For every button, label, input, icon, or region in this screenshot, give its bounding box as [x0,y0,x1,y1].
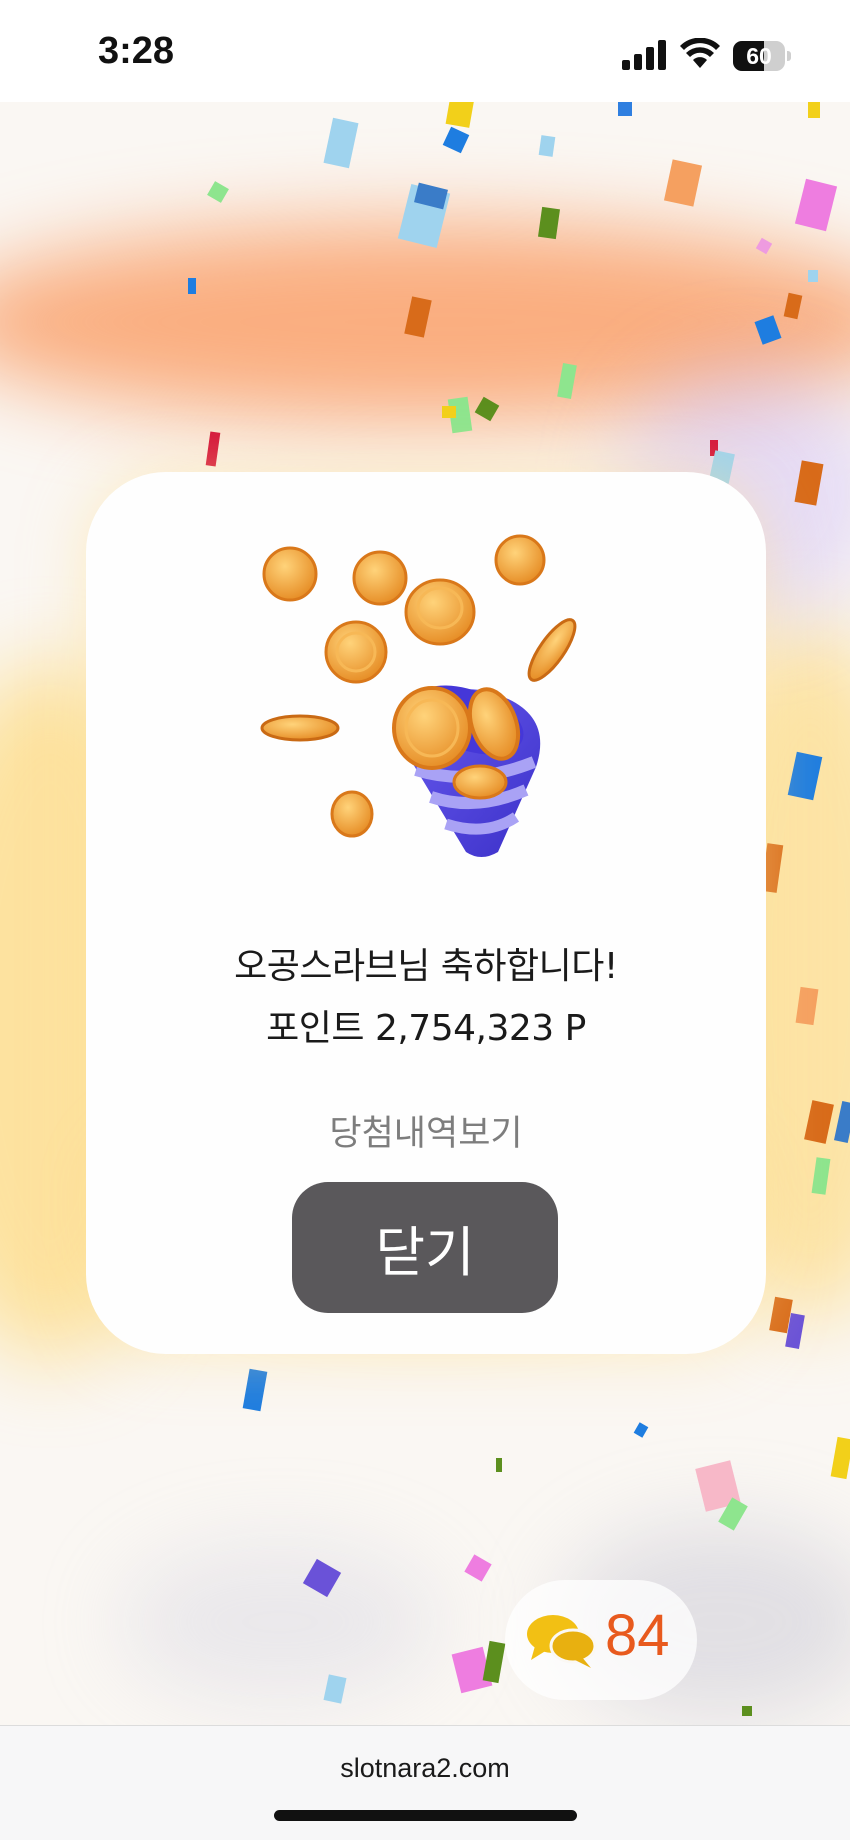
url-text: slotnara2.com [340,1753,510,1783]
chat-badge[interactable]: 84 [505,1580,697,1700]
chat-count: 84 [605,1603,670,1668]
cellular-signal-icon [622,40,666,70]
battery-level: 60 [746,43,772,69]
points-amount: 포인트 2,754,323 P [266,1008,586,1049]
chat-bubbles-icon [527,1615,597,1668]
home-indicator[interactable] [274,1810,577,1821]
status-bar: 3:28 60 [0,0,850,102]
close-button[interactable]: 닫기 [292,1182,558,1313]
battery-icon: 60 [733,41,791,71]
reward-modal: 오공스라브님 축하합니다! 포인트 2,754,323 P 당첨내역보기 닫기 [86,472,766,1354]
view-history-link[interactable]: 당첨내역보기 [86,1105,766,1156]
party-popper-coins-icon [260,534,577,857]
status-time: 3:28 [98,30,175,72]
congrats-message: 오공스라브님 축하합니다! [234,946,618,987]
wifi-icon [680,38,720,68]
browser-url-bar[interactable]: slotnara2.com [0,1725,850,1840]
